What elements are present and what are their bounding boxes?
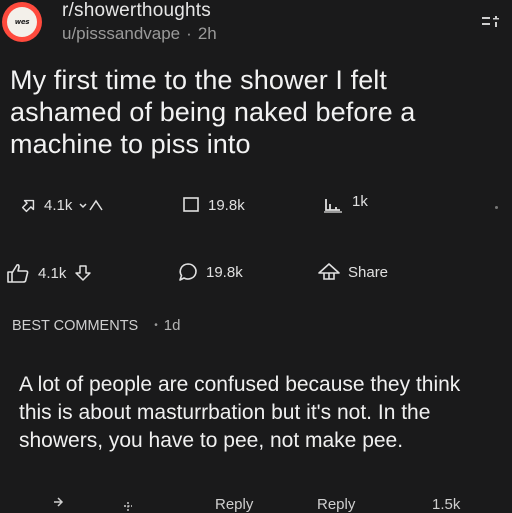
speech-bubble-icon <box>178 262 198 282</box>
award-count: 1k <box>352 192 368 210</box>
avatar-logo: wes <box>7 7 37 37</box>
vote-group: 4.1k <box>6 262 92 284</box>
upvote-icon[interactable] <box>20 196 38 214</box>
vote-group-top: 4.1k <box>20 196 104 214</box>
awards-button-top[interactable]: 1k <box>320 192 368 214</box>
downvote-arrow-icon[interactable] <box>74 264 92 282</box>
sort-separator: • <box>154 320 158 331</box>
comment-icon <box>182 196 200 214</box>
reply-button-secondary[interactable]: Reply <box>317 496 355 513</box>
avatar-text: wes <box>14 18 30 26</box>
meta-separator: · <box>186 24 192 43</box>
subreddit-name[interactable]: r/showerthoughts <box>62 0 211 22</box>
comment-sort-label: BEST COMMENTS <box>12 317 139 334</box>
downvote-icon[interactable] <box>78 198 104 212</box>
post-age: 2h <box>197 24 217 43</box>
comments-button-top[interactable]: 19.8k <box>182 196 245 214</box>
comment-count: 19.8k <box>208 196 245 214</box>
vote-count: 4.1k <box>44 196 73 214</box>
comment-count: 19.8k <box>206 263 243 281</box>
reply-button[interactable]: Reply <box>215 496 253 513</box>
subreddit-avatar[interactable]: wes <box>2 2 42 42</box>
share-label: Share <box>348 263 389 281</box>
comments-button[interactable]: 19.8k <box>178 262 243 282</box>
comment-sort-bar[interactable]: BEST COMMENTS • 1d <box>12 317 180 334</box>
collapse-arrow-icon[interactable] <box>48 492 70 512</box>
comment-text: A lot of people are confused because the… <box>19 373 461 452</box>
thumbs-up-icon[interactable] <box>6 262 30 284</box>
more-options-icon[interactable] <box>482 14 502 30</box>
comment-age: 1d <box>163 317 181 334</box>
vote-count: 4.1k <box>38 264 67 282</box>
post-meta: u/pisssandvape · 2h <box>62 24 217 44</box>
more-dot-icon[interactable] <box>495 206 498 209</box>
cross-icon[interactable] <box>120 496 136 512</box>
award-icon <box>320 196 344 214</box>
share-icon <box>316 262 342 282</box>
share-button[interactable]: Share <box>316 262 388 282</box>
comment-vote-count: 1.5k <box>432 496 461 513</box>
post-title[interactable]: My first time to the shower I felt asham… <box>10 64 505 160</box>
author-name[interactable]: u/pisssandvape <box>62 24 180 43</box>
